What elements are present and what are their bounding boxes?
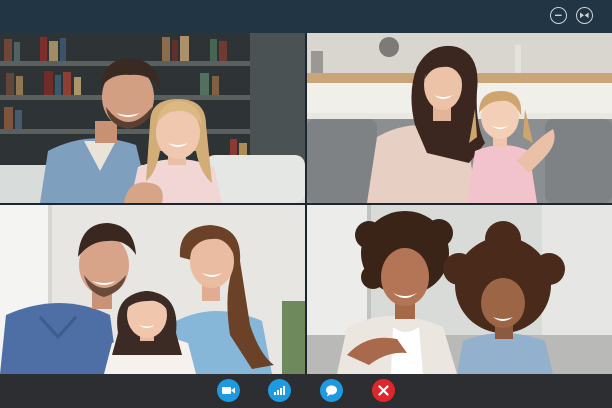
participant-video-frame [307, 33, 612, 203]
chat-bubble-icon [326, 385, 337, 397]
participant-video-tile[interactable] [0, 33, 305, 203]
chat-button[interactable] [320, 379, 343, 402]
call-controls-bar [0, 374, 612, 408]
participant-video-frame [0, 33, 305, 203]
minimize-button[interactable] [550, 7, 567, 24]
participant-video-tile[interactable] [307, 205, 612, 374]
fullscreen-icon [580, 12, 589, 19]
signal-bars-icon [274, 386, 285, 395]
camera-button[interactable] [217, 379, 240, 402]
end-call-icon [378, 385, 389, 396]
video-grid [0, 33, 612, 374]
network-stats-button[interactable] [268, 379, 291, 402]
participant-video-tile[interactable] [0, 205, 305, 374]
end-call-button[interactable] [372, 379, 395, 402]
fullscreen-button[interactable] [576, 7, 593, 24]
video-camera-icon [222, 387, 235, 394]
minimize-icon [555, 14, 562, 17]
window-titlebar [0, 0, 612, 33]
participant-video-frame [0, 205, 305, 374]
participant-video-frame [307, 205, 612, 374]
participant-video-tile[interactable] [307, 33, 612, 203]
